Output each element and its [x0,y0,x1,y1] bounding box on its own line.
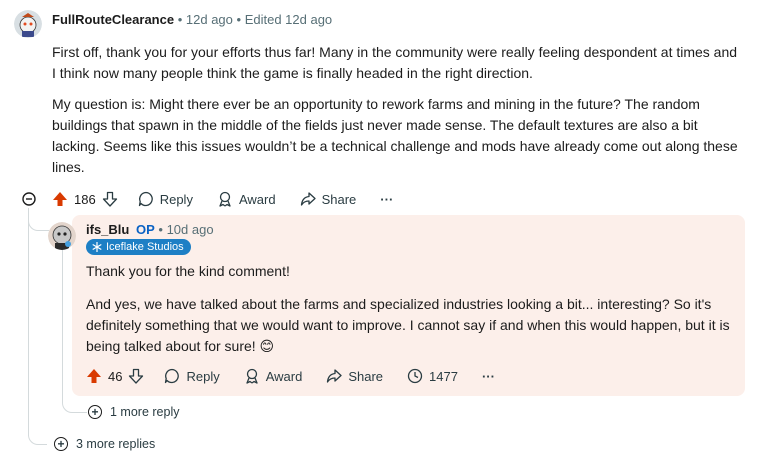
comment-paragraph: First off, thank you for your efforts th… [52,44,738,81]
reply-body: Thank you for the kind comment! And yes,… [86,261,731,357]
views-counter[interactable]: 1477 [407,368,458,384]
views-count: 1477 [429,368,458,384]
reply-header: ifs_Blu OP • 10d ago [86,222,214,237]
snowflake-icon [92,242,102,252]
expand-icon: + [88,405,102,419]
award-icon [246,368,258,384]
share-button[interactable]: Share [326,368,383,384]
thread-branch [62,398,87,413]
award-icon [219,191,231,207]
comment-body: First off, thank you for your efforts th… [52,42,742,178]
more-replies-label: 3 more replies [76,437,156,451]
reply-author[interactable]: ifs_Blu [86,222,129,237]
more-reply-label: 1 more reply [110,405,180,419]
comment-paragraph: My question is: Might there ever be an o… [52,96,738,175]
reply-paragraph: And yes, we have talked about the farms … [86,296,730,354]
share-icon [327,369,342,383]
award-button[interactable]: Award [244,368,303,384]
thread-branch [28,432,47,445]
comment-actions: 186 Reply Award Share ··· [52,190,417,208]
share-label: Share [348,368,384,384]
op-badge: OP [135,222,155,237]
comment-header: FullRouteClearance • 12d ago • Edited 12… [52,12,333,27]
collapse-button[interactable] [22,192,36,206]
reply-vote-count: 46 [108,368,123,384]
downvote-icon[interactable] [128,368,144,384]
reply-avatar[interactable] [48,222,76,250]
reply-actions: 46 Reply Award Share 1477 ··· [86,367,519,385]
views-icon [407,368,423,384]
reply-label: Reply [159,191,193,207]
collapse-icon [22,192,36,206]
downvote-icon[interactable] [102,191,118,207]
user-flair: Iceflake Studios [86,239,191,257]
more-options-button[interactable]: ··· [482,369,495,384]
more-reply-link[interactable]: + 1 more reply [88,405,179,419]
reply-icon [165,368,180,384]
expand-icon: + [54,437,68,451]
share-icon [300,192,316,206]
reply-thread-line[interactable] [62,250,63,400]
flair-label: Iceflake Studios [106,241,184,253]
reply-icon [138,191,153,207]
comment-edited: Edited 12d ago [244,12,333,27]
reply-label: Reply [186,368,220,384]
more-replies-link[interactable]: + 3 more replies [54,437,155,451]
reply-button[interactable]: Reply [164,368,220,384]
comment-time[interactable]: 12d ago [186,12,233,27]
comment-author[interactable]: FullRouteClearance [52,12,174,27]
reply-time[interactable]: 10d ago [167,222,214,237]
award-label: Award [238,191,276,207]
more-options-button[interactable]: ··· [380,192,393,207]
award-label: Award [265,368,303,384]
comment-vote-count: 186 [74,191,96,207]
comment-avatar[interactable] [14,10,42,38]
share-button[interactable]: Share [300,191,357,207]
upvote-icon[interactable] [52,191,68,207]
upvote-icon[interactable] [86,368,102,384]
award-button[interactable]: Award [217,191,276,207]
thread-line[interactable] [28,208,29,436]
reply-button[interactable]: Reply [138,191,193,207]
reply-paragraph: Thank you for the kind comment! [86,263,290,279]
share-label: Share [321,191,357,207]
thread-branch [28,216,49,231]
